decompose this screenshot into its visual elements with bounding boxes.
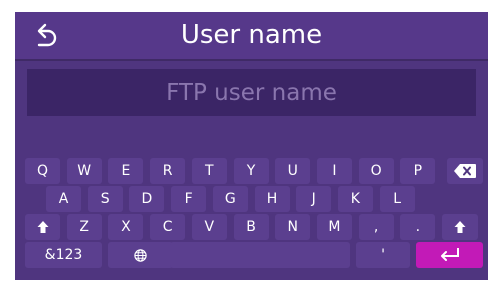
numbers-key[interactable]: &123 xyxy=(25,242,102,268)
key-w[interactable]: W xyxy=(66,158,102,184)
key-apostrophe[interactable]: ' xyxy=(356,242,410,268)
key-comma[interactable]: , xyxy=(358,214,394,240)
key-r-label: R xyxy=(162,163,173,179)
key-p[interactable]: P xyxy=(400,158,436,184)
enter-icon xyxy=(440,248,459,261)
key-g-label: G xyxy=(224,191,236,207)
screen: User name QWERTYUIOPASDFGHJKLZXCVBNM,.&1… xyxy=(15,12,488,280)
key-k[interactable]: K xyxy=(337,186,373,212)
key-i-label: I xyxy=(332,163,337,179)
key-c-label: C xyxy=(162,219,173,235)
on-screen-keyboard: Q W E R T Y U I O P A S D F G H J K L Z X C V B N M,. &123 ' xyxy=(15,12,488,280)
key-a[interactable]: A xyxy=(46,186,81,212)
key-a-label: A xyxy=(58,191,69,207)
key-c[interactable]: C xyxy=(150,214,186,240)
key-m-label: M xyxy=(328,219,341,235)
key-f-label: F xyxy=(184,191,193,207)
key-d[interactable]: D xyxy=(129,186,165,212)
key-x-label: X xyxy=(121,219,131,235)
key-r[interactable]: R xyxy=(150,158,186,184)
key-apostrophe-label: ' xyxy=(381,247,385,263)
key-x[interactable]: X xyxy=(108,214,144,240)
key-d-label: D xyxy=(141,191,153,207)
key-comma-label: , xyxy=(373,219,379,235)
key-h-label: H xyxy=(266,191,278,207)
key-q-label: Q xyxy=(36,163,49,179)
key-z[interactable]: Z xyxy=(66,214,102,240)
enter-key[interactable] xyxy=(416,242,483,268)
key-b[interactable]: B xyxy=(233,214,269,240)
space-key[interactable] xyxy=(170,242,350,268)
key-h[interactable]: H xyxy=(254,186,290,212)
key-v[interactable]: V xyxy=(191,214,227,240)
shift-icon xyxy=(37,221,48,233)
language-key[interactable] xyxy=(108,242,173,268)
shift-icon xyxy=(454,221,466,233)
key-l-label: L xyxy=(393,191,401,207)
key-q[interactable]: Q xyxy=(25,158,60,184)
key-o[interactable]: O xyxy=(358,158,394,184)
key-z-label: Z xyxy=(79,219,89,235)
key-y[interactable]: Y xyxy=(233,158,269,184)
key-i[interactable]: I xyxy=(316,158,352,184)
key-l[interactable]: L xyxy=(379,186,415,212)
key-v-label: V xyxy=(204,219,215,235)
key-n-label: N xyxy=(287,219,298,235)
key-j[interactable]: J xyxy=(296,186,332,212)
key-n[interactable]: N xyxy=(275,214,311,240)
key-period-label: . xyxy=(415,219,421,235)
key-j-label: J xyxy=(311,191,316,207)
backspace-key[interactable] xyxy=(447,158,483,184)
key-t-label: T xyxy=(205,163,214,179)
key-y-label: Y xyxy=(246,163,256,179)
globe-icon xyxy=(134,248,147,262)
key-o-label: O xyxy=(370,163,382,179)
key-s-label: S xyxy=(100,191,110,207)
shift-left-key[interactable] xyxy=(25,214,60,240)
key-u[interactable]: U xyxy=(275,158,311,184)
key-b-label: B xyxy=(246,219,256,235)
key-f[interactable]: F xyxy=(171,186,207,212)
key-p-label: P xyxy=(413,163,423,179)
numbers-key-label: &123 xyxy=(44,247,83,263)
key-period[interactable]: . xyxy=(400,214,436,240)
key-u-label: U xyxy=(287,163,298,179)
backspace-icon xyxy=(454,164,476,178)
key-k-label: K xyxy=(350,191,360,207)
key-w-label: W xyxy=(77,163,92,179)
key-e-label: E xyxy=(121,163,131,179)
key-m[interactable]: M xyxy=(316,214,352,240)
key-t[interactable]: T xyxy=(191,158,227,184)
key-e[interactable]: E xyxy=(108,158,144,184)
key-s[interactable]: S xyxy=(87,186,123,212)
shift-right-key[interactable] xyxy=(442,214,478,240)
key-g[interactable]: G xyxy=(212,186,248,212)
